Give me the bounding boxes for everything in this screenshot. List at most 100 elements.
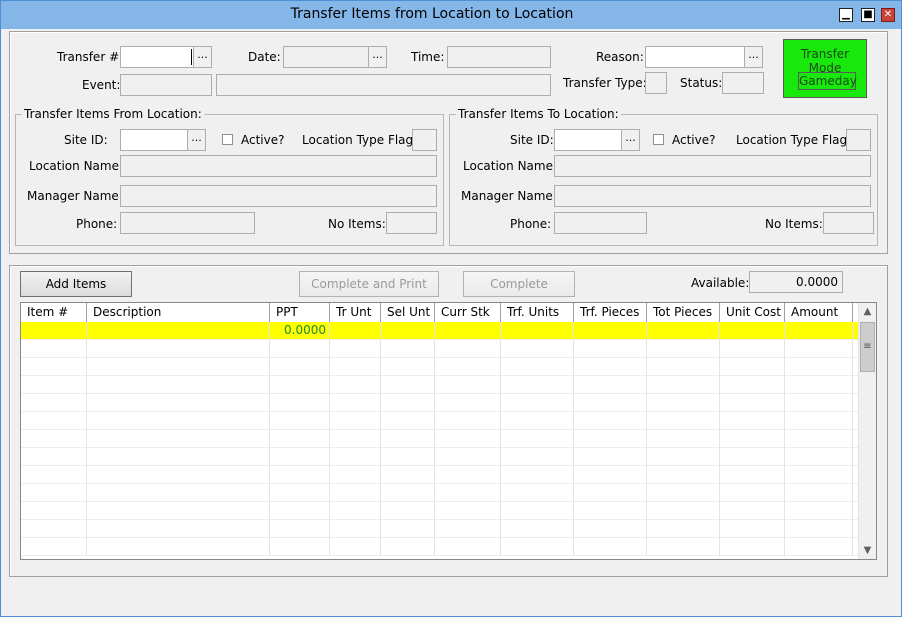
to-phone-input[interactable]: [554, 212, 647, 234]
grid-cell[interactable]: [330, 484, 381, 502]
grid-cell[interactable]: [21, 358, 87, 376]
grid-cell[interactable]: [270, 340, 330, 358]
grid-cell[interactable]: [21, 484, 87, 502]
grid-cell[interactable]: [435, 394, 501, 412]
grid-cell[interactable]: [270, 520, 330, 538]
grid-cell[interactable]: [501, 502, 574, 520]
grid-cell[interactable]: [647, 448, 720, 466]
grid-cell[interactable]: [785, 358, 853, 376]
minimize-button[interactable]: ▁: [839, 8, 853, 22]
grid-cell[interactable]: [435, 430, 501, 448]
transfer-no-input[interactable]: ...: [120, 46, 212, 68]
transfer-lookup-button[interactable]: ...: [193, 47, 211, 67]
grid-cell[interactable]: [574, 538, 647, 556]
grid-cell[interactable]: [87, 538, 270, 556]
grid-cell[interactable]: [785, 430, 853, 448]
grid-cell[interactable]: [647, 430, 720, 448]
grid-cell[interactable]: [381, 538, 435, 556]
grid-cell[interactable]: [87, 394, 270, 412]
grid-cell[interactable]: [647, 484, 720, 502]
cell-sel-unt[interactable]: [381, 322, 435, 340]
grid-cell[interactable]: [785, 466, 853, 484]
grid-cell[interactable]: [381, 340, 435, 358]
col-tr-unt[interactable]: Tr Unt: [330, 303, 381, 322]
grid-cell[interactable]: [435, 412, 501, 430]
table-row[interactable]: [21, 484, 860, 502]
grid-cell[interactable]: [87, 466, 270, 484]
grid-cell[interactable]: [270, 430, 330, 448]
grid-cell[interactable]: [330, 358, 381, 376]
complete-and-print-button[interactable]: Complete and Print: [299, 271, 439, 297]
grid-cell[interactable]: [270, 538, 330, 556]
grid-cell[interactable]: [87, 340, 270, 358]
scroll-thumb[interactable]: ≡: [860, 322, 875, 372]
from-loc-type-flag-input[interactable]: [412, 129, 437, 151]
date-picker-button[interactable]: ...: [368, 47, 386, 67]
grid-cell[interactable]: [720, 394, 785, 412]
table-row[interactable]: [21, 430, 860, 448]
grid-cell[interactable]: [647, 502, 720, 520]
table-row[interactable]: [21, 394, 860, 412]
grid-cell[interactable]: [381, 430, 435, 448]
grid-cell[interactable]: [270, 448, 330, 466]
grid-cell[interactable]: [381, 520, 435, 538]
transfer-type-input[interactable]: [645, 72, 667, 94]
to-site-lookup-button[interactable]: ...: [621, 130, 639, 150]
grid-cell[interactable]: [87, 502, 270, 520]
grid-cell[interactable]: [21, 466, 87, 484]
to-loc-type-flag-input[interactable]: [846, 129, 871, 151]
grid-cell[interactable]: [270, 412, 330, 430]
grid-cell[interactable]: [381, 502, 435, 520]
grid-cell[interactable]: [501, 394, 574, 412]
grid-cell[interactable]: [330, 430, 381, 448]
cell-trf-pieces[interactable]: [574, 322, 647, 340]
from-location-name-input[interactable]: [120, 155, 437, 177]
grid-cell[interactable]: [501, 412, 574, 430]
grid-cell[interactable]: [574, 394, 647, 412]
to-site-id-input[interactable]: ...: [554, 129, 640, 151]
from-active-checkbox[interactable]: [222, 134, 233, 145]
grid-cell[interactable]: [330, 340, 381, 358]
grid-cell[interactable]: [21, 430, 87, 448]
grid-cell[interactable]: [647, 520, 720, 538]
grid-cell[interactable]: [381, 358, 435, 376]
grid-cell[interactable]: [647, 466, 720, 484]
from-no-items-input[interactable]: [386, 212, 437, 234]
grid-cell[interactable]: [501, 358, 574, 376]
grid-cell[interactable]: [87, 376, 270, 394]
grid-cell[interactable]: [21, 448, 87, 466]
cell-curr-stk[interactable]: [435, 322, 501, 340]
to-manager-name-input[interactable]: [554, 185, 871, 207]
grid-cell[interactable]: [501, 448, 574, 466]
add-items-button[interactable]: Add Items: [20, 271, 132, 297]
col-ppt[interactable]: PPT: [270, 303, 330, 322]
cell-amount[interactable]: [785, 322, 853, 340]
from-phone-input[interactable]: [120, 212, 255, 234]
col-description[interactable]: Description: [87, 303, 270, 322]
grid-cell[interactable]: [21, 340, 87, 358]
col-tot-pieces[interactable]: Tot Pieces: [647, 303, 720, 322]
col-sel-unt[interactable]: Sel Unt: [381, 303, 435, 322]
cell-item-no[interactable]: [21, 322, 87, 340]
cell-ppt[interactable]: 0.0000: [270, 322, 330, 340]
grid-cell[interactable]: [574, 502, 647, 520]
grid-cell[interactable]: [270, 376, 330, 394]
table-row[interactable]: [21, 358, 860, 376]
grid-cell[interactable]: [720, 358, 785, 376]
grid-cell[interactable]: [720, 340, 785, 358]
to-active-checkbox[interactable]: [653, 134, 664, 145]
grid-cell[interactable]: [574, 430, 647, 448]
grid-cell[interactable]: [785, 376, 853, 394]
grid-cell[interactable]: [501, 466, 574, 484]
grid-cell[interactable]: [381, 412, 435, 430]
grid-cell[interactable]: [435, 340, 501, 358]
grid-cell[interactable]: [330, 520, 381, 538]
grid-cell[interactable]: [785, 394, 853, 412]
grid-cell[interactable]: [720, 430, 785, 448]
reason-lookup-button[interactable]: ...: [744, 47, 762, 67]
grid-cell[interactable]: [435, 358, 501, 376]
grid-cell[interactable]: [87, 520, 270, 538]
grid-cell[interactable]: [720, 466, 785, 484]
grid-cell[interactable]: [21, 412, 87, 430]
grid-cell[interactable]: [330, 394, 381, 412]
